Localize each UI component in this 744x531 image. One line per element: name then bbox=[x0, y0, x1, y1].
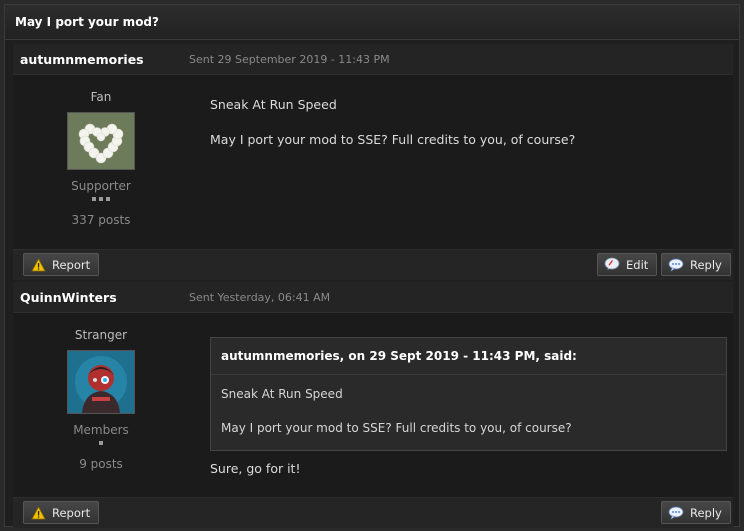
speech-bubble-icon bbox=[668, 505, 684, 521]
post-footer: Report Reply bbox=[13, 497, 733, 528]
quote-line: May I port your mod to SSE? Full credits… bbox=[221, 421, 572, 435]
character-avatar-icon bbox=[68, 351, 134, 413]
quote-body: Sneak At Run Speed May I port your mod t… bbox=[211, 375, 726, 445]
report-label: Report bbox=[52, 257, 91, 272]
quote-header: autumnmemories, on 29 Sept 2019 - 11:43 … bbox=[211, 338, 726, 375]
member-rank: Fan bbox=[90, 90, 112, 104]
member-group: Members bbox=[73, 423, 129, 437]
edit-label: Edit bbox=[626, 257, 649, 272]
post-header: QuinnWinters Sent Yesterday, 06:41 AM bbox=[13, 282, 733, 313]
report-button[interactable]: Report bbox=[23, 253, 100, 276]
author-info: Stranger Members 9 posts bbox=[13, 328, 189, 471]
speech-bubble-icon bbox=[668, 257, 684, 273]
post-date: Sent 29 September 2019 - 11:43 PM bbox=[189, 52, 390, 66]
avatar[interactable] bbox=[67, 112, 135, 170]
topic-title: May I port your mod? bbox=[5, 5, 739, 40]
post-count: 337 posts bbox=[71, 213, 131, 227]
report-button[interactable]: Report bbox=[23, 501, 100, 524]
reputation-pips bbox=[13, 441, 189, 449]
heart-wreath-avatar-icon bbox=[68, 113, 134, 169]
edit-icon bbox=[604, 257, 620, 273]
post-footer: Report Edit Reply bbox=[13, 249, 733, 280]
post-count: 9 posts bbox=[79, 457, 123, 471]
quote-line: Sneak At Run Speed bbox=[221, 387, 343, 401]
reply-label: Reply bbox=[690, 505, 722, 520]
post-content: Sneak At Run Speed May I port your mod t… bbox=[210, 97, 725, 147]
author-name[interactable]: QuinnWinters bbox=[13, 290, 189, 305]
reply-button[interactable]: Reply bbox=[661, 501, 731, 524]
member-group: Supporter bbox=[71, 179, 131, 193]
warning-icon bbox=[30, 257, 46, 273]
post-content: autumnmemories, on 29 Sept 2019 - 11:43 … bbox=[210, 337, 727, 476]
reply-button[interactable]: Reply bbox=[661, 253, 731, 276]
post-header: autumnmemories Sent 29 September 2019 - … bbox=[13, 44, 733, 75]
edit-button[interactable]: Edit bbox=[597, 253, 658, 276]
member-rank: Stranger bbox=[74, 328, 128, 342]
avatar[interactable] bbox=[67, 350, 135, 414]
reply-text: Sure, go for it! bbox=[210, 461, 301, 476]
message-window: May I port your mod? autumnmemories Sent… bbox=[4, 4, 740, 528]
post-line: May I port your mod to SSE? Full credits… bbox=[210, 132, 576, 147]
post-2: QuinnWinters Sent Yesterday, 06:41 AM St… bbox=[13, 282, 733, 528]
warning-icon bbox=[30, 505, 46, 521]
reputation-pips bbox=[13, 197, 189, 205]
author-name[interactable]: autumnmemories bbox=[13, 52, 189, 67]
quote-block: autumnmemories, on 29 Sept 2019 - 11:43 … bbox=[210, 337, 727, 451]
report-label: Report bbox=[52, 505, 91, 520]
post-date: Sent Yesterday, 06:41 AM bbox=[189, 290, 331, 304]
reply-label: Reply bbox=[690, 257, 722, 272]
post-1: autumnmemories Sent 29 September 2019 - … bbox=[13, 44, 733, 280]
author-info: Fan Supporter 337 posts bbox=[13, 90, 189, 227]
post-line: Sneak At Run Speed bbox=[210, 97, 337, 112]
